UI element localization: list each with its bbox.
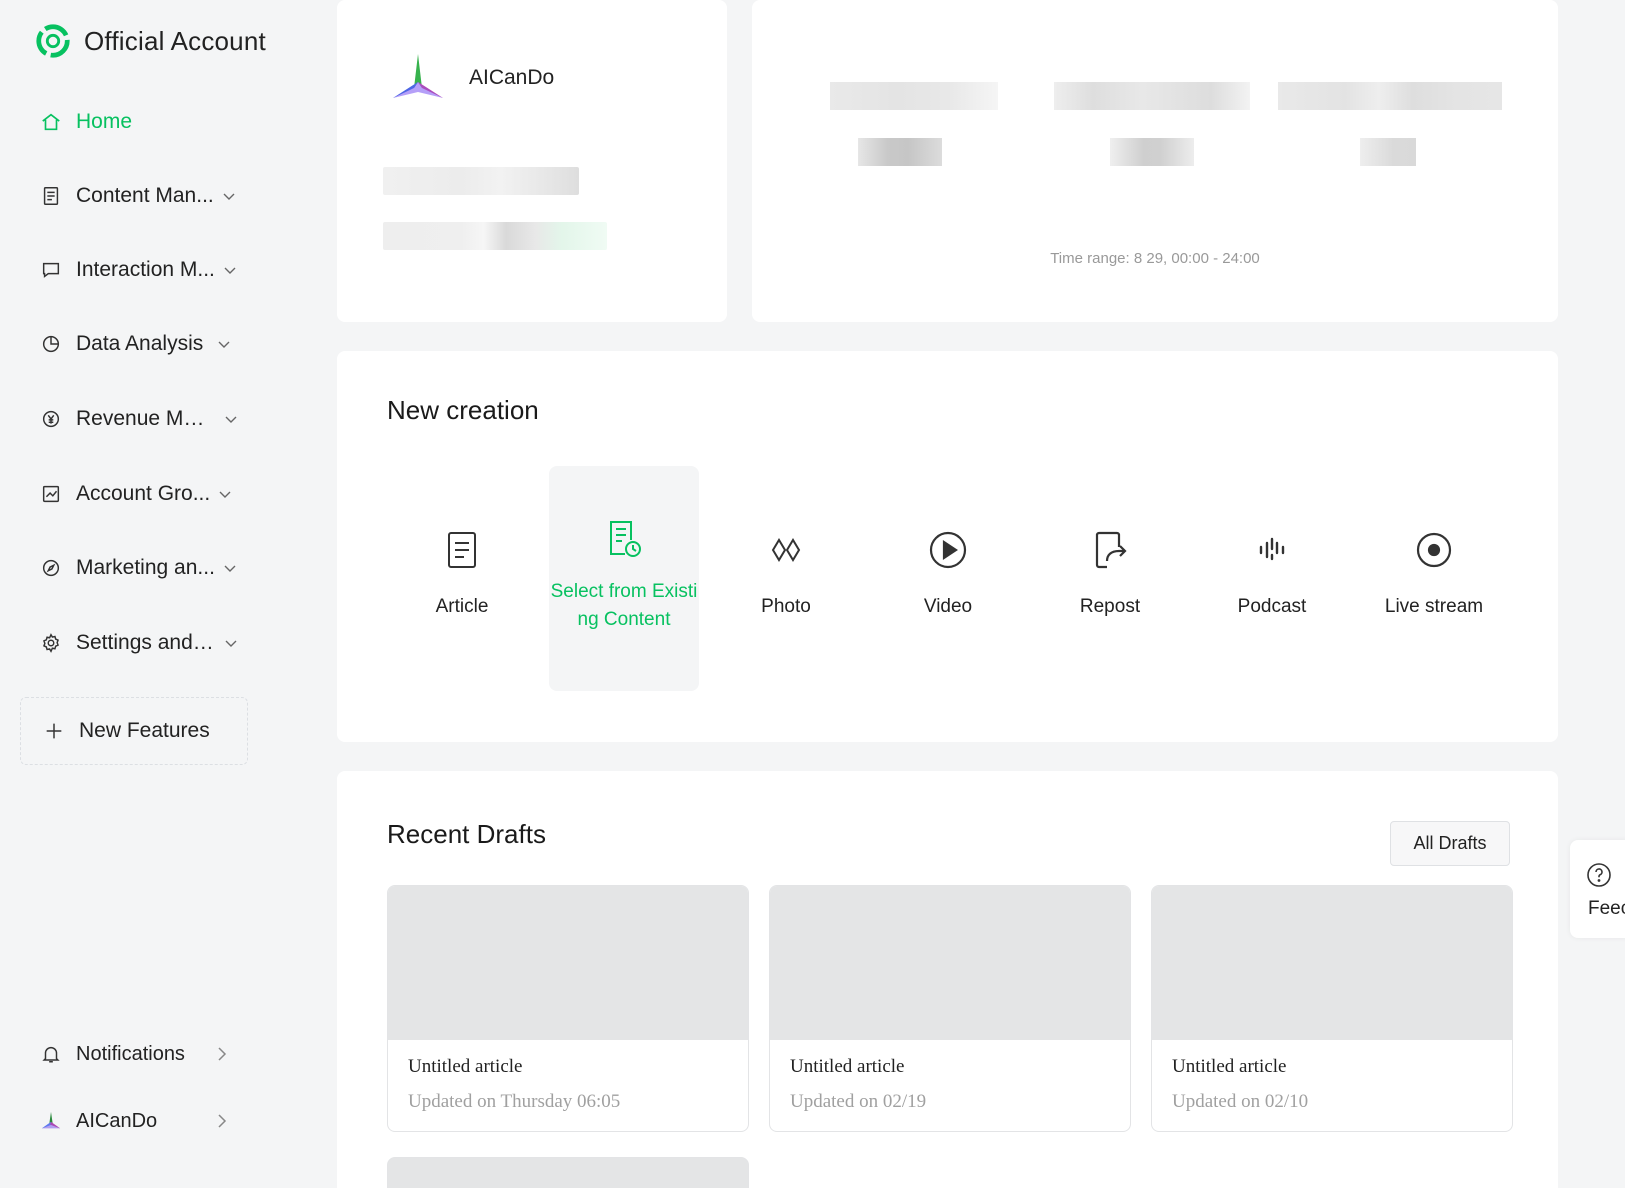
document-icon <box>43 187 59 205</box>
podcast-icon <box>1259 537 1285 561</box>
video-icon <box>929 531 967 569</box>
draft-card-partial[interactable] <box>387 1157 749 1188</box>
profile-logo-icon <box>393 54 443 98</box>
chevron-down-icon <box>225 416 237 423</box>
draft-card[interactable]: Untitled article Updated on Thursday 06:… <box>387 885 749 1132</box>
draft-thumbnail <box>388 886 748 1040</box>
stats-card: Time range: 8 29, 00:00 - 24:00 <box>752 0 1558 322</box>
draft-updated: Updated on Thursday 06:05 <box>408 1091 621 1112</box>
draft-card[interactable]: Untitled article Updated on 02/19 <box>769 885 1131 1132</box>
create-article-button[interactable]: Article <box>387 466 537 691</box>
draft-title: Untitled article <box>790 1056 905 1077</box>
article-icon <box>448 532 476 568</box>
redacted-stat <box>858 138 942 166</box>
redacted-stat <box>1360 138 1416 166</box>
home-icon <box>42 113 60 131</box>
time-range-label: Time range: 8 29, 00:00 - 24:00 <box>1050 250 1260 267</box>
recent-drafts-card: Recent Drafts All Drafts Untitled articl… <box>337 771 1558 1188</box>
chevron-down-icon <box>225 640 237 647</box>
notifications-label: Notifications <box>76 1042 185 1065</box>
new-features-button[interactable]: New Features <box>20 697 248 765</box>
redacted-info <box>383 167 579 195</box>
repost-icon <box>1095 531 1127 569</box>
chevron-right-icon <box>218 1047 227 1061</box>
create-live-stream-button[interactable]: Live stream <box>1359 466 1509 691</box>
draft-title: Untitled article <box>408 1056 523 1077</box>
draft-thumbnail <box>1152 886 1512 1040</box>
select-existing-icon <box>610 521 641 557</box>
compass-icon <box>42 559 60 577</box>
draft-card[interactable]: Untitled article Updated on 02/10 <box>1151 885 1513 1132</box>
feedback-label: Feec <box>1588 898 1625 919</box>
draft-thumbnail <box>770 886 1130 1040</box>
profile-name: AICanDo <box>469 66 555 89</box>
redacted-stat <box>1054 82 1250 110</box>
live-stream-icon <box>1416 532 1452 568</box>
sidebar-item-data-analysis[interactable]: Data Analysis <box>40 324 240 364</box>
all-drafts-button[interactable]: All Drafts <box>1390 821 1510 866</box>
chevron-down-icon <box>224 565 236 572</box>
create-podcast-button[interactable]: Podcast <box>1197 466 1347 691</box>
sidebar-item-content-management[interactable]: Content Man... <box>40 176 240 216</box>
profile-header[interactable]: AICanDo <box>391 52 554 104</box>
yen-icon <box>42 410 60 428</box>
account-name: AICanDo <box>76 1109 158 1132</box>
profile-card: AICanDo <box>337 0 727 322</box>
trend-chart-icon <box>42 485 60 503</box>
chat-icon <box>42 262 60 278</box>
chevron-right-icon <box>218 1114 227 1128</box>
redacted-stat <box>830 82 998 110</box>
sidebar-item-marketing[interactable]: Marketing an... <box>40 548 240 588</box>
question-icon <box>1587 863 1611 887</box>
sidebar-item-home[interactable]: Home <box>40 102 240 142</box>
draft-updated: Updated on 02/10 <box>1172 1091 1309 1112</box>
create-video-button[interactable]: Video <box>873 466 1023 691</box>
redacted-stat <box>1110 138 1194 166</box>
sidebar: Official Account Home Content Man... Int… <box>0 0 300 1188</box>
create-photo-button[interactable]: Photo <box>711 466 861 691</box>
draft-updated: Updated on 02/19 <box>790 1091 927 1112</box>
photo-icon <box>771 538 801 562</box>
gear-icon <box>43 633 59 653</box>
brand[interactable]: Official Account <box>34 22 266 60</box>
new-features-label: New Features <box>79 719 210 742</box>
notifications-item[interactable]: Notifications <box>40 1034 230 1074</box>
feedback-button[interactable]: Feec <box>1570 840 1625 938</box>
create-repost-button[interactable]: Repost <box>1035 466 1185 691</box>
pie-chart-icon <box>42 335 60 353</box>
official-account-logo-icon <box>36 24 70 58</box>
sidebar-item-account-growth[interactable]: Account Gro... <box>40 474 240 514</box>
sidebar-item-revenue-monetization[interactable]: Revenue Mon... <box>40 399 240 439</box>
redacted-stat <box>1278 82 1502 110</box>
plus-icon <box>46 723 62 739</box>
redacted-info <box>383 222 607 250</box>
create-select-existing-button[interactable]: Select from Existing Content <box>549 466 699 691</box>
creation-options: Article Select from Existing Content Pho… <box>387 466 1527 691</box>
chevron-down-icon <box>218 341 230 348</box>
account-avatar-icon <box>41 1111 61 1129</box>
chevron-down-icon <box>219 491 231 498</box>
brand-title: Official Account <box>84 25 266 56</box>
new-creation-title: New creation <box>387 395 539 425</box>
chevron-down-icon <box>224 267 236 274</box>
account-item[interactable]: AICanDo <box>40 1101 230 1141</box>
bell-icon <box>42 1046 60 1063</box>
sidebar-item-interaction-management[interactable]: Interaction M... <box>40 250 240 290</box>
new-creation-card: New creation Article Select from Existin… <box>337 351 1558 742</box>
draft-title: Untitled article <box>1172 1056 1287 1077</box>
recent-drafts-title: Recent Drafts <box>387 819 546 849</box>
sidebar-item-settings[interactable]: Settings and ... <box>40 623 240 663</box>
chevron-down-icon <box>223 193 235 200</box>
